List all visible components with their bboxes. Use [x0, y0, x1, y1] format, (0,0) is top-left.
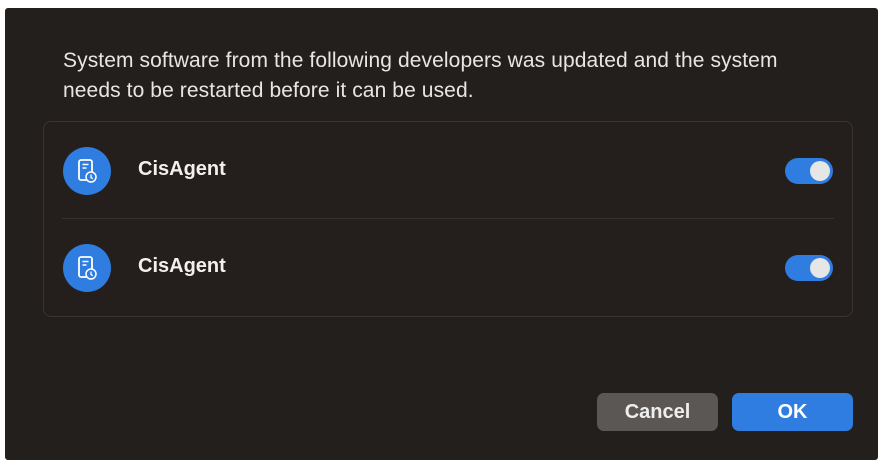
dialog-message: System software from the following devel…: [63, 49, 778, 102]
extension-name: CisAgent: [138, 158, 226, 180]
extension-row: CisAgent: [44, 219, 852, 315]
extension-name: CisAgent: [138, 255, 226, 277]
ok-button[interactable]: OK: [732, 393, 853, 431]
restart-required-dialog: System software from the following devel…: [5, 8, 878, 460]
extension-row: CisAgent: [44, 122, 852, 218]
system-extension-icon: [63, 244, 111, 292]
cancel-button[interactable]: Cancel: [597, 393, 718, 431]
extension-toggle[interactable]: [785, 255, 833, 281]
extension-toggle[interactable]: [785, 158, 833, 184]
toggle-knob: [810, 161, 830, 181]
toggle-knob: [810, 258, 830, 278]
extension-list: CisAgent CisAgent: [43, 121, 853, 317]
system-extension-icon: [63, 147, 111, 195]
